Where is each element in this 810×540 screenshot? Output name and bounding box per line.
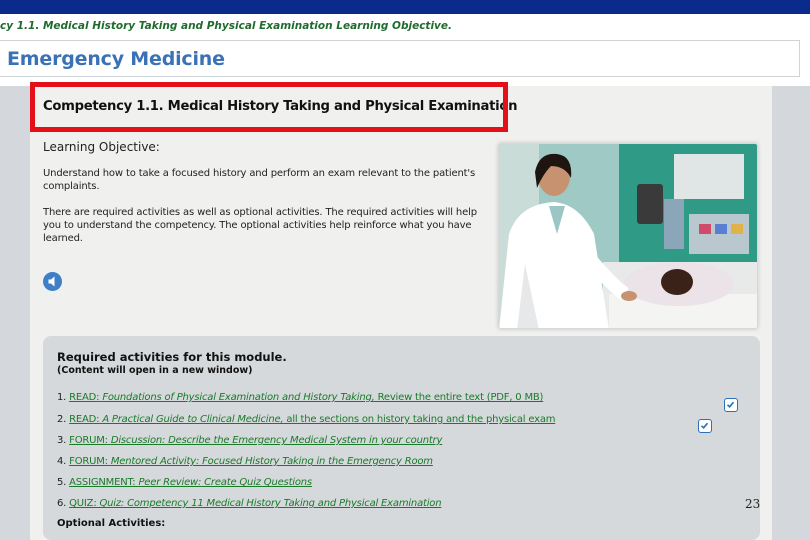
speaker-icon xyxy=(48,276,55,287)
activity-number: 1. xyxy=(57,392,67,403)
activity-title: Peer Review: Create Quiz Questions xyxy=(138,477,312,488)
site-title: Emergency Medicine xyxy=(7,48,225,70)
completion-checkbox[interactable] xyxy=(724,398,738,412)
new-window-note: (Content will open in a new window) xyxy=(57,365,253,376)
breadcrumb: cy 1.1. Medical History Taking and Physi… xyxy=(0,20,453,32)
audio-play-button[interactable] xyxy=(43,272,62,291)
activity-type: FORUM: xyxy=(69,435,108,446)
activity-number: 5. xyxy=(57,477,67,488)
activity-item[interactable]: 3. FORUM: Discussion: Describe the Emerg… xyxy=(57,435,442,446)
activity-title: Discussion: Describe the Emergency Medic… xyxy=(110,435,443,446)
optional-activities-heading: Optional Activities: xyxy=(57,518,166,529)
check-icon xyxy=(700,422,709,429)
check-icon xyxy=(726,401,735,408)
illustration-doctor-examining-patient xyxy=(499,144,757,328)
activity-number: 3. xyxy=(57,435,67,446)
activity-item[interactable]: 6. QUIZ: Quiz: Competency 11 Medical His… xyxy=(57,498,442,509)
activity-item[interactable]: 2. READ: A Practical Guide to Clinical M… xyxy=(57,414,555,425)
activity-title: Mentored Activity: Focused History Takin… xyxy=(110,456,433,467)
activity-item[interactable]: 1. READ: Foundations of Physical Examina… xyxy=(57,392,543,403)
highlight-box xyxy=(30,82,508,132)
activity-link[interactable]: FORUM: Mentored Activity: Focused Histor… xyxy=(69,456,433,467)
activity-type: FORUM: xyxy=(69,456,108,467)
required-activities-heading: Required activities for this module. xyxy=(57,350,287,364)
doctor-patient-image xyxy=(498,143,758,329)
activity-detail: all the sections on history taking and t… xyxy=(283,414,556,425)
activity-link[interactable]: READ: Foundations of Physical Examinatio… xyxy=(69,392,543,403)
activity-title: A Practical Guide to Clinical Medicine, xyxy=(102,414,284,425)
top-bar xyxy=(0,0,810,14)
activity-item[interactable]: 5. ASSIGNMENT: Peer Review: Create Quiz … xyxy=(57,477,312,488)
activity-number: 4. xyxy=(57,456,67,467)
activity-title: Quiz: Competency 11 Medical History Taki… xyxy=(99,498,442,509)
activity-type: ASSIGNMENT: xyxy=(69,477,136,488)
learning-objective-text: Understand how to take a focused history… xyxy=(43,168,476,192)
activity-type: READ: xyxy=(69,414,100,425)
activity-link[interactable]: QUIZ: Quiz: Competency 11 Medical Histor… xyxy=(69,498,441,509)
activity-link[interactable]: READ: A Practical Guide to Clinical Medi… xyxy=(69,414,555,425)
activity-title: Foundations of Physical Examination and … xyxy=(102,392,375,403)
completion-checkbox[interactable] xyxy=(698,419,712,433)
activity-type: QUIZ: xyxy=(69,498,97,509)
activity-link[interactable]: ASSIGNMENT: Peer Review: Create Quiz Que… xyxy=(69,477,312,488)
activity-number: 2. xyxy=(57,414,67,425)
activity-link[interactable]: FORUM: Discussion: Describe the Emergenc… xyxy=(69,435,442,446)
activity-type: READ: xyxy=(69,392,100,403)
activity-item[interactable]: 4. FORUM: Mentored Activity: Focused His… xyxy=(57,456,433,467)
page-number: 23 xyxy=(745,497,761,511)
learning-objective-heading: Learning Objective: xyxy=(43,140,160,154)
activities-intro-text: There are required activities as well as… xyxy=(43,207,477,244)
activity-number: 6. xyxy=(57,498,67,509)
activity-detail: Review the entire text (PDF, 0 MB) xyxy=(374,392,544,403)
